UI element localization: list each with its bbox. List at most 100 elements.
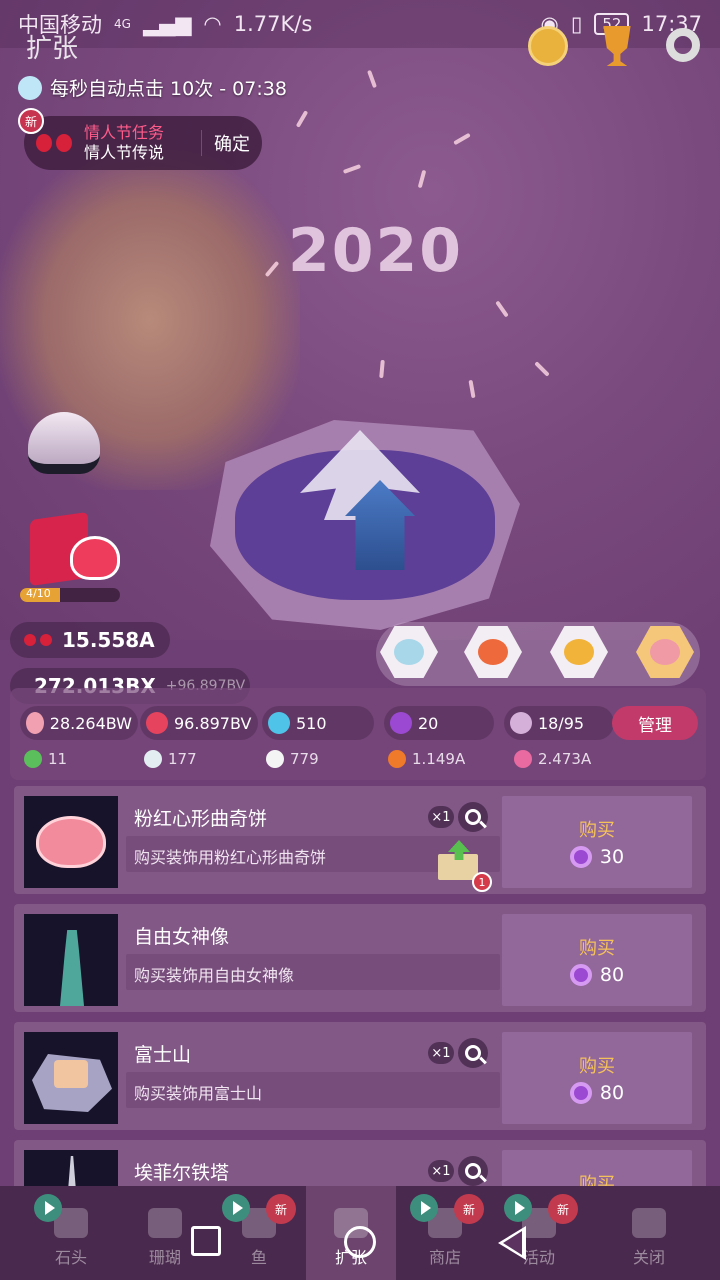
autoclick-status: 每秒自动点击 10次 - 07:38 <box>18 74 287 101</box>
bow-currency: 15.558A <box>10 622 170 658</box>
preview-button[interactable] <box>458 1038 488 1068</box>
play-video-icon[interactable] <box>34 1194 62 1222</box>
crab-icon <box>388 750 406 768</box>
item-qty: ×1 <box>428 1042 454 1064</box>
item-qty: ×1 <box>428 806 454 828</box>
quest-text: 情人节任务 情人节传说 <box>84 123 164 163</box>
gear-icon[interactable] <box>666 28 700 62</box>
firework-spark <box>453 132 471 146</box>
seahorse-stat: 2.473A <box>514 750 591 768</box>
cookie-thumbnail <box>24 796 118 888</box>
trophy-icon[interactable] <box>603 26 631 66</box>
per-sec-value: 96.897BV <box>174 713 252 733</box>
item-title: 粉红心形曲奇饼 <box>134 808 268 830</box>
rock-stat: 177 <box>144 750 197 768</box>
item-title: 埃菲尔铁塔 <box>134 1162 230 1184</box>
autoclick-icon <box>18 75 42 100</box>
quest-line1: 情人节任务 <box>84 123 165 142</box>
preview-button[interactable] <box>458 802 488 832</box>
price: 80 <box>569 964 625 986</box>
firework-spark <box>417 169 427 189</box>
leaf-value: 11 <box>48 750 68 768</box>
tap-value: 28.264BW <box>49 713 132 733</box>
quest-confirm-button[interactable]: 确定 <box>201 130 250 156</box>
decor-icon <box>650 639 680 665</box>
tab-label: 石头 <box>54 1248 87 1267</box>
rock-value: 177 <box>168 750 197 768</box>
buy-button[interactable]: 购买 <box>502 1150 692 1186</box>
tab-close[interactable]: 关闭 <box>604 1186 694 1280</box>
tower-shape <box>66 1156 78 1186</box>
tap-stat: 28.264BW <box>20 706 138 740</box>
gift-heart-icon[interactable] <box>30 510 120 587</box>
list-item: 自由女神像 购买装饰用自由女神像 购买 80 <box>14 904 706 1012</box>
expand-arrows-icon <box>394 639 424 665</box>
gem-icon <box>569 846 592 868</box>
medal-icon[interactable] <box>528 26 568 66</box>
statue-thumbnail <box>24 914 118 1006</box>
quest-banner[interactable]: 情人节任务 情人节传说 确定 <box>24 116 262 170</box>
bow-icon <box>36 132 72 154</box>
diamond-stat: 510 <box>262 706 374 740</box>
back-button[interactable] <box>498 1226 526 1260</box>
heart-cookie-shape <box>36 816 106 868</box>
tab-label: 关闭 <box>632 1248 665 1267</box>
clam-shell-icon[interactable] <box>28 412 100 474</box>
seahorse-value: 2.473A <box>538 750 592 768</box>
tab-new-badge: 新 <box>266 1194 296 1224</box>
top-icons <box>528 26 700 66</box>
play-video-icon[interactable] <box>222 1194 250 1222</box>
item-qty: ×1 <box>428 1160 454 1182</box>
tap-icon <box>26 712 44 734</box>
tab-label: 商店 <box>428 1248 461 1267</box>
shop-list[interactable]: 粉红心形曲奇饼 购买装饰用粉红心形曲奇饼 ×1 1 购买 30 自由女神像 购买… <box>14 786 706 1186</box>
price-value: 80 <box>599 1082 625 1104</box>
wifi-icon: ◠ <box>203 12 222 36</box>
bow-icon <box>24 633 52 647</box>
price-value: 30 <box>599 846 625 868</box>
firework-spark <box>295 110 309 128</box>
fish-icon <box>510 712 532 734</box>
house-shape <box>54 1060 88 1088</box>
per-sec-stat: 96.897BV <box>140 706 258 740</box>
buy-label: 购买 <box>579 820 615 841</box>
upgrade-box-button[interactable]: 1 <box>438 840 492 892</box>
item-desc: 购买装饰用自由女神像 <box>134 966 295 985</box>
buy-button[interactable]: 购买 30 <box>502 796 692 888</box>
gem-stat: 20 <box>384 706 494 740</box>
buy-button[interactable]: 购买 80 <box>502 914 692 1006</box>
leaf-stat: 11 <box>24 750 67 768</box>
urchin-stat: 779 <box>266 750 319 768</box>
buy-label: 购买 <box>579 1174 615 1186</box>
price: 30 <box>569 846 625 868</box>
heart-shape <box>70 536 120 580</box>
year-text: 2020 <box>288 216 463 286</box>
preview-button[interactable] <box>458 1156 488 1186</box>
rock-icon <box>144 750 162 768</box>
coral-tab-icon <box>148 1208 182 1238</box>
play-video-icon[interactable] <box>504 1194 532 1222</box>
bow-value: 15.558A <box>62 628 155 652</box>
net-speed: 1.77K/s <box>233 12 313 36</box>
network-label: 4G <box>114 17 131 31</box>
home-button[interactable] <box>344 1226 376 1258</box>
recent-apps-button[interactable] <box>191 1226 221 1256</box>
leaf-icon <box>24 750 42 768</box>
fish-stat: 18/95 <box>504 706 614 740</box>
sandcastle-icon <box>564 639 594 665</box>
heart-clock-icon <box>146 712 168 734</box>
diamond-icon <box>268 712 290 734</box>
magnifier-icon <box>465 1163 481 1179</box>
buy-button[interactable]: 购买 80 <box>502 1032 692 1124</box>
manage-button[interactable]: 管理 <box>612 706 698 740</box>
quest-line2: 情人节传说 <box>84 143 165 162</box>
firework-spark <box>379 359 385 379</box>
price-value: 80 <box>599 964 625 986</box>
tab-label: 鱼 <box>250 1248 267 1267</box>
urchin-icon <box>266 750 284 768</box>
gift-progress-label: 4/10 <box>26 588 51 600</box>
play-video-icon[interactable] <box>410 1194 438 1222</box>
diamond-value: 510 <box>296 713 327 733</box>
fuji-thumbnail <box>24 1032 118 1124</box>
tab-label: 珊瑚 <box>148 1248 181 1267</box>
